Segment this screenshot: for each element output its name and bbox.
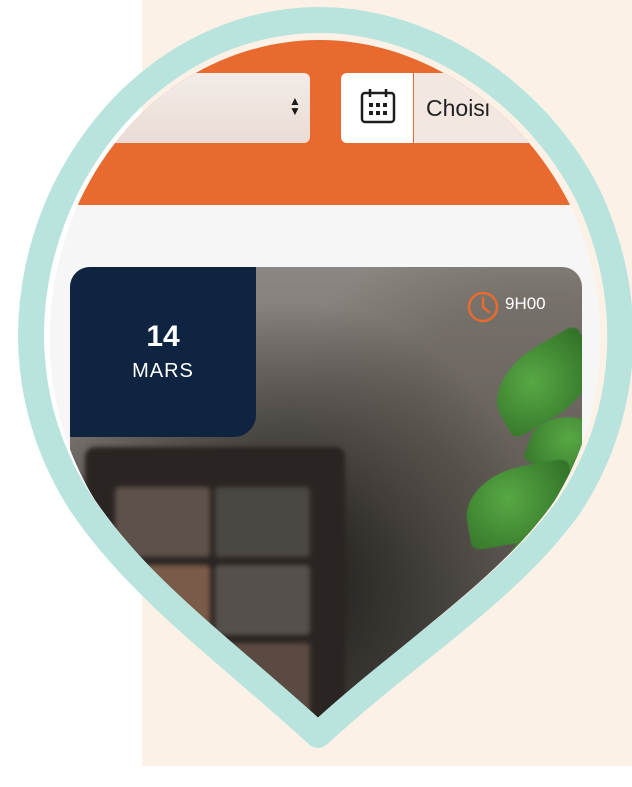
pin-outline — [18, 7, 632, 748]
map-pin-frame: ▲ ▼ Choisi 14 MARS 9H00 — [0, 0, 632, 766]
